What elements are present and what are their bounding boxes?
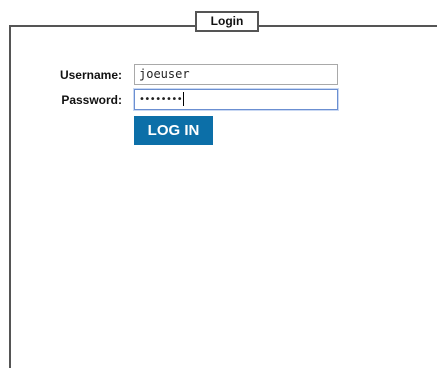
password-field[interactable]: •••••••• <box>134 89 338 110</box>
text-caret <box>183 92 185 106</box>
username-value: joeuser <box>139 67 190 81</box>
login-page: Login Username: joeuser Password: ••••••… <box>0 0 437 368</box>
log-in-button[interactable]: LOG IN <box>134 116 213 145</box>
password-masked-value: •••••••• <box>139 94 183 105</box>
password-label: Password: <box>61 93 122 107</box>
username-label: Username: <box>59 68 122 82</box>
username-field[interactable]: joeuser <box>134 64 338 85</box>
login-frame-title: Login <box>195 11 259 32</box>
